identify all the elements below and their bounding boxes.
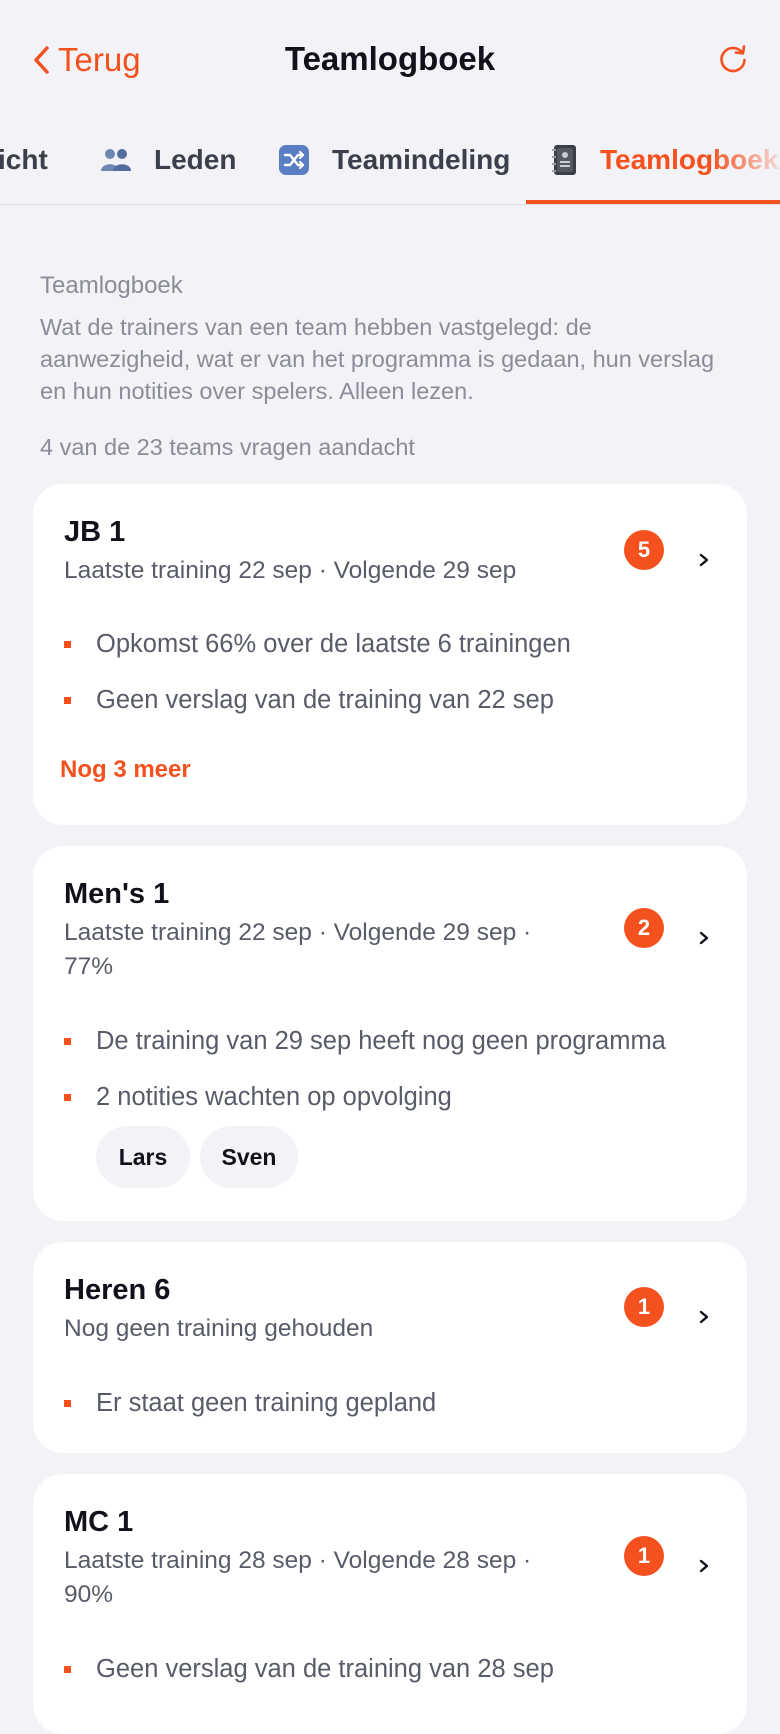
team-name: Men's 1 <box>64 878 170 910</box>
issue-text: Er staat geen training gepland <box>96 1388 437 1417</box>
people-icon <box>100 147 132 173</box>
section-description: Wat de trainers van een team hebben vast… <box>40 314 715 404</box>
team-meta: Laatste training 28 sep · Volgende 28 se… <box>64 1547 532 1608</box>
team-meta: Nog geen training gehouden <box>64 1315 374 1342</box>
team-name: JB 1 <box>64 516 126 548</box>
attention-count-badge: 1 <box>624 1536 664 1576</box>
team-name: Heren 6 <box>64 1274 171 1306</box>
tab-leden-label: Leden <box>154 144 237 175</box>
team-card-mens-1[interactable]: Men's 1 Laatste training 22 sep · Volgen… <box>33 846 747 1221</box>
team-meta: Laatste training 22 sep · Volgende 29 se… <box>64 557 517 584</box>
issue-text: De training van 29 sep heeft nog geen pr… <box>96 1026 666 1055</box>
attention-count-badge: 5 <box>624 530 664 570</box>
bullet-icon <box>64 696 71 704</box>
tab-teamindeling-label: Teamindeling <box>332 144 511 175</box>
issue-item: Geen verslag van de training van 28 sep <box>64 1652 554 1686</box>
chevron-right-icon <box>699 1559 709 1573</box>
issue-item: Opkomst 66% over de laatste 6 trainingen <box>64 627 571 661</box>
tab-teamlogboek-label: Teamlogboek <box>600 144 779 175</box>
issue-text: Opkomst 66% over de laatste 6 trainingen <box>96 629 571 658</box>
attention-summary: 4 van de 23 teams vragen aandacht <box>40 434 415 460</box>
team-card-heren-6[interactable]: Heren 6 Nog geen training gehouden 1 Er … <box>33 1242 747 1453</box>
issue-text: 2 notities wachten op opvolging <box>96 1082 452 1111</box>
chevron-right-icon <box>699 553 709 567</box>
attention-count-badge: 2 <box>624 908 664 948</box>
issue-text: Geen verslag van de training van 22 sep <box>96 685 554 714</box>
team-card-mc-1[interactable]: MC 1 Laatste training 28 sep · Volgende … <box>33 1474 747 1734</box>
attention-count-badge: 1 <box>624 1287 664 1327</box>
nav-header: Terug Teamlogboek <box>0 0 780 120</box>
tab-leden[interactable]: Leden <box>100 138 236 182</box>
section-title: Teamlogboek <box>40 272 183 299</box>
bullet-icon <box>64 1399 71 1407</box>
chevron-right-icon <box>699 931 709 945</box>
tab-teamlogboek[interactable]: Teamlogboek <box>552 138 778 182</box>
issue-item: Er staat geen training gepland <box>64 1386 436 1420</box>
chevron-right-icon <box>699 1310 709 1324</box>
active-tab-indicator <box>526 200 780 204</box>
player-chip-sven[interactable]: Sven <box>200 1126 298 1188</box>
refresh-icon[interactable] <box>716 42 750 76</box>
issue-item: 2 notities wachten op opvolging <box>64 1080 452 1114</box>
bullet-icon <box>64 1665 71 1673</box>
bullet-icon <box>64 640 71 648</box>
shuffle-icon <box>278 144 310 176</box>
team-meta: Laatste training 22 sep · Volgende 29 se… <box>64 919 532 980</box>
player-chip-lars[interactable]: Lars <box>96 1126 190 1188</box>
tab-bar: icht Leden Teamindeling Teamlogboek <box>0 120 780 205</box>
page-title: Teamlogboek <box>284 40 496 77</box>
team-card-jb-1[interactable]: JB 1 Laatste training 22 sep · Volgende … <box>33 484 747 825</box>
tab-teamindeling[interactable]: Teamindeling <box>278 138 510 182</box>
issue-item: De training van 29 sep heeft nog geen pr… <box>64 1024 666 1058</box>
team-name: MC 1 <box>64 1506 134 1538</box>
show-more-link[interactable]: Nog 3 meer <box>60 756 191 784</box>
bullet-icon <box>64 1037 71 1045</box>
issue-item: Geen verslag van de training van 22 sep <box>64 683 554 717</box>
notebook-icon <box>552 144 578 176</box>
bullet-icon <box>64 1093 71 1101</box>
tab-overzicht-label: icht <box>0 144 48 175</box>
tab-overzicht[interactable]: icht <box>0 138 48 182</box>
issue-text: Geen verslag van de training van 28 sep <box>96 1654 554 1683</box>
